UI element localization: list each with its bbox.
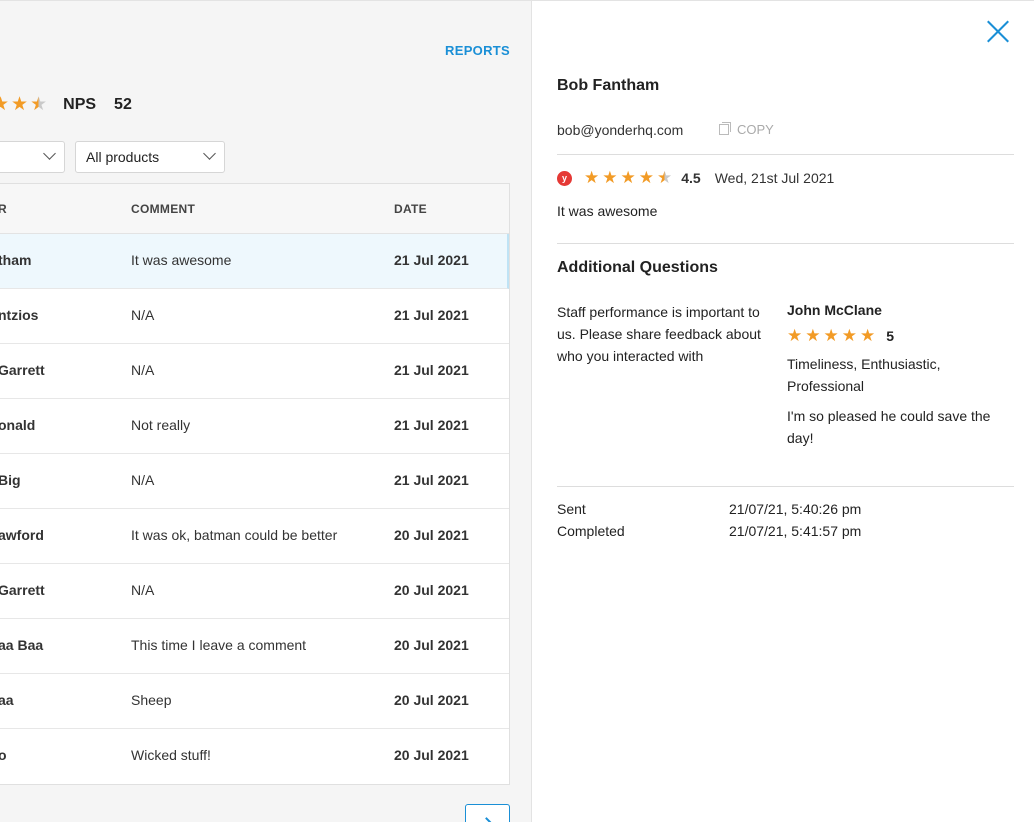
comment-cell: Sheep	[131, 692, 172, 708]
divider	[557, 154, 1014, 155]
sent-value: 21/07/21, 5:40:26 pm	[729, 501, 862, 517]
comment-cell: It was awesome	[131, 252, 232, 268]
table-header: R COMMENT DATE	[0, 184, 509, 234]
copy-label: COPY	[737, 122, 774, 137]
rating-row: y ★ ★ ★ ★ ★ 4.5 Wed, 21st Jul 2021	[557, 169, 1014, 187]
respondent-name-cell: aa	[0, 692, 14, 708]
table-row[interactable]: aa Sheep 20 Jul 2021	[0, 674, 509, 729]
products-filter-value: All products	[86, 149, 160, 165]
date-cell: 21 Jul 2021	[394, 252, 469, 268]
date-cell: 20 Jul 2021	[394, 747, 469, 763]
filter-dropdown[interactable]	[0, 141, 65, 173]
date-cell: 21 Jul 2021	[394, 307, 469, 323]
comment-cell: It was ok, batman could be better	[131, 527, 338, 543]
divider	[557, 243, 1014, 244]
table-row[interactable]: aa Baa This time I leave a comment 20 Jul …	[0, 619, 509, 674]
copy-icon	[719, 122, 731, 135]
summary-stars: ★ ★ ★	[0, 95, 49, 115]
half-star-icon: ★	[657, 168, 673, 187]
star-icon: ★	[823, 326, 839, 345]
responses-list-pane: REPORTS ★ ★ ★ NPS 52 All products R COMM…	[0, 0, 531, 822]
copy-email-button[interactable]: COPY	[719, 122, 774, 137]
staff-comment: I'm so pleased he could save the day!	[787, 408, 991, 446]
chevron-down-icon	[203, 147, 216, 160]
date-cell: 20 Jul 2021	[394, 692, 469, 708]
table-row[interactable]: Garrett N/A 20 Jul 2021	[0, 564, 509, 619]
rating-summary: ★ ★ ★ NPS 52	[0, 95, 132, 115]
comment-cell: N/A	[131, 582, 155, 598]
yonder-source-icon: y	[557, 170, 572, 186]
question-text: Staff performance is important to us. Pl…	[557, 304, 761, 364]
date-cell: 21 Jul 2021	[394, 472, 469, 488]
date-cell: 21 Jul 2021	[394, 362, 469, 378]
date-cell: 20 Jul 2021	[394, 582, 469, 598]
divider	[557, 486, 1014, 487]
table-row[interactable]: onald Not really 21 Jul 2021	[0, 399, 509, 454]
response-detail-pane: Bob Fantham bob@yonderhq.com COPY y ★ ★ …	[531, 0, 1034, 822]
table-row[interactable]: Garrett N/A 21 Jul 2021	[0, 344, 509, 399]
respondent-name: Bob Fantham	[557, 77, 660, 94]
comment-cell: N/A	[131, 307, 155, 323]
star-icon: ★	[638, 168, 654, 187]
sent-label: Sent	[557, 501, 586, 517]
star-icon: ★	[841, 326, 857, 345]
response-comment: It was awesome	[557, 203, 658, 219]
responses-table: R COMMENT DATE tham It was awesome 21 Jul …	[0, 183, 510, 785]
nps-value: 52	[114, 96, 132, 113]
products-filter-dropdown[interactable]: All products	[75, 141, 225, 173]
table-row[interactable]: ntzios N/A 21 Jul 2021	[0, 289, 509, 344]
respondent-name-cell: aa Baa	[0, 637, 44, 653]
staff-score: 5	[886, 328, 895, 344]
date-cell: 20 Jul 2021	[394, 527, 469, 543]
additional-questions-title: Additional Questions	[557, 259, 718, 276]
table-row[interactable]: Big N/A 21 Jul 2021	[0, 454, 509, 509]
comment-cell: Wicked stuff!	[131, 747, 211, 763]
star-icon: ★	[11, 94, 29, 115]
respondent-name-cell: tham	[0, 252, 32, 268]
column-header-comment[interactable]: COMMENT	[131, 202, 195, 216]
respondent-name-cell: o	[0, 747, 7, 763]
staff-rating: ★ ★ ★ ★ ★ 5	[787, 327, 1017, 345]
respondent-name-cell: ntzios	[0, 307, 39, 323]
nps-label: NPS	[63, 96, 97, 113]
date-cell: 20 Jul 2021	[394, 637, 469, 653]
respondent-name-cell: Big	[0, 472, 21, 488]
chevron-down-icon	[43, 147, 56, 160]
respondent-name-cell: Garrett	[0, 582, 45, 598]
comment-cell: Not really	[131, 417, 191, 433]
star-icon: ★	[860, 326, 876, 345]
respondent-name-cell: awford	[0, 527, 44, 543]
date-cell: 21 Jul 2021	[394, 417, 469, 433]
star-icon: ★	[787, 326, 803, 345]
table-row[interactable]: o Wicked stuff! 20 Jul 2021	[0, 729, 509, 784]
table-row[interactable]: awford It was ok, batman could be better 2…	[0, 509, 509, 564]
comment-cell: This time I leave a comment	[131, 637, 307, 653]
next-page-button[interactable]	[465, 804, 510, 822]
completed-value: 21/07/21, 5:41:57 pm	[729, 523, 862, 539]
respondent-email: bob@yonderhq.com	[557, 122, 684, 138]
table-row[interactable]: tham It was awesome 21 Jul 2021	[0, 234, 509, 289]
column-header-date[interactable]: DATE	[394, 202, 427, 216]
staff-name: John McClane	[787, 302, 882, 318]
staff-tags: Timeliness, Enthusiastic, Professional	[787, 356, 941, 394]
comment-cell: N/A	[131, 362, 155, 378]
response-date: Wed, 21st Jul 2021	[714, 170, 835, 186]
respondent-name-cell: onald	[0, 417, 36, 433]
star-icon: ★	[620, 168, 636, 187]
rating-value: 4.5	[681, 170, 701, 186]
star-icon: ★	[584, 168, 600, 187]
reports-link[interactable]: REPORTS	[445, 43, 510, 58]
comment-cell: N/A	[131, 472, 155, 488]
close-icon[interactable]	[986, 19, 1010, 43]
rating-stars: ★ ★ ★ ★ ★	[584, 169, 675, 187]
star-icon: ★	[805, 326, 821, 345]
question-answer: John McClane ★ ★ ★ ★ ★ 5 Timeliness, Ent…	[787, 302, 1017, 449]
completed-label: Completed	[557, 523, 625, 539]
respondent-name-cell: Garrett	[0, 362, 45, 378]
star-icon: ★	[602, 168, 618, 187]
star-icon: ★	[0, 95, 9, 115]
half-star-icon: ★	[30, 94, 48, 115]
column-header-name[interactable]: R	[0, 202, 7, 216]
